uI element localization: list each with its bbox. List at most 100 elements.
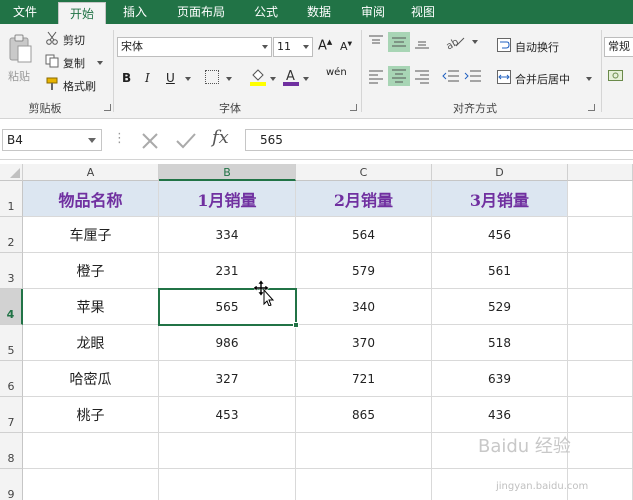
cell-A9[interactable] xyxy=(23,469,159,500)
wrap-text-button[interactable]: 自动换行 xyxy=(515,39,559,55)
tab-data[interactable]: 数据 xyxy=(296,0,342,24)
align-bottom-icon[interactable] xyxy=(414,34,430,50)
cell-B8[interactable] xyxy=(159,433,296,469)
insert-function-button[interactable]: fx xyxy=(212,127,229,148)
fill-color-icon[interactable] xyxy=(250,68,266,89)
cell-C1[interactable]: 2月销量 xyxy=(296,181,432,217)
font-size-select[interactable]: 11 xyxy=(273,37,313,57)
cell-E6[interactable] xyxy=(568,361,633,397)
cell-B6[interactable]: 327 xyxy=(159,361,296,397)
column-header[interactable]: B xyxy=(159,164,296,181)
tab-page-layout[interactable]: 页面布局 xyxy=(166,0,236,24)
row-header[interactable]: 6 xyxy=(0,361,23,397)
row-header[interactable]: 4 xyxy=(0,289,23,325)
decrease-font-icon[interactable]: A▼ xyxy=(340,40,352,53)
align-middle-icon[interactable] xyxy=(388,32,410,52)
cell-A8[interactable] xyxy=(23,433,159,469)
select-all-corner[interactable] xyxy=(0,164,23,181)
orientation-dropdown-icon[interactable] xyxy=(472,40,478,44)
column-header[interactable]: E xyxy=(568,164,633,181)
cell-E5[interactable] xyxy=(568,325,633,361)
format-painter-button[interactable]: 格式刷 xyxy=(63,78,96,94)
cell-C2[interactable]: 564 xyxy=(296,217,432,253)
column-header[interactable]: D xyxy=(432,164,568,181)
row-header[interactable]: 9 xyxy=(0,469,23,500)
tab-file[interactable]: 文件 xyxy=(0,0,50,24)
name-box[interactable]: B4 xyxy=(2,129,102,151)
cell-B5[interactable]: 986 xyxy=(159,325,296,361)
align-top-icon[interactable] xyxy=(368,34,384,50)
cell-C4[interactable]: 340 xyxy=(296,289,432,325)
underline-dropdown-icon[interactable] xyxy=(185,77,191,81)
cell-D2[interactable]: 456 xyxy=(432,217,568,253)
row-header[interactable]: 5 xyxy=(0,325,23,361)
row-header[interactable]: 2 xyxy=(0,217,23,253)
alignment-launcher-icon[interactable] xyxy=(588,104,595,111)
italic-button[interactable]: I xyxy=(145,71,150,85)
increase-font-icon[interactable]: A▲ xyxy=(318,38,332,53)
copy-button[interactable]: 复制 xyxy=(63,55,85,71)
font-launcher-icon[interactable] xyxy=(350,104,357,111)
cell-A5[interactable]: 龙眼 xyxy=(23,325,159,361)
cell-D4[interactable]: 529 xyxy=(432,289,568,325)
font-family-select[interactable]: 宋体 xyxy=(117,37,272,57)
tab-insert[interactable]: 插入 xyxy=(112,0,158,24)
cell-A3[interactable]: 橙子 xyxy=(23,253,159,289)
enter-icon[interactable] xyxy=(175,132,197,153)
cell-C9[interactable] xyxy=(296,469,432,500)
merge-center-button[interactable]: 合并后居中 xyxy=(515,71,570,87)
cell-A4[interactable]: 苹果 xyxy=(23,289,159,325)
font-color-dropdown-icon[interactable] xyxy=(303,77,309,81)
cell-D5[interactable]: 518 xyxy=(432,325,568,361)
cell-C7[interactable]: 865 xyxy=(296,397,432,433)
cell-A2[interactable]: 车厘子 xyxy=(23,217,159,253)
align-center-icon[interactable] xyxy=(388,66,410,86)
cell-E4[interactable] xyxy=(568,289,633,325)
row-header[interactable]: 3 xyxy=(0,253,23,289)
cell-E3[interactable] xyxy=(568,253,633,289)
tab-formulas[interactable]: 公式 xyxy=(244,0,288,24)
formula-input[interactable]: 565 xyxy=(245,129,633,151)
increase-indent-icon[interactable] xyxy=(464,68,482,84)
row-header[interactable]: 8 xyxy=(0,433,23,469)
cancel-icon[interactable] xyxy=(140,132,160,153)
cell-D6[interactable]: 639 xyxy=(432,361,568,397)
copy-dropdown-icon[interactable] xyxy=(97,61,103,65)
cell-E7[interactable] xyxy=(568,397,633,433)
cell-A7[interactable]: 桃子 xyxy=(23,397,159,433)
font-color-icon[interactable]: A xyxy=(283,68,299,89)
phonetic-button[interactable]: wén xyxy=(326,67,347,78)
cut-button[interactable]: 剪切 xyxy=(63,32,85,48)
cell-E1[interactable] xyxy=(568,181,633,217)
tab-view[interactable]: 视图 xyxy=(400,0,446,24)
tab-review[interactable]: 审阅 xyxy=(350,0,396,24)
fill-dropdown-icon[interactable] xyxy=(270,77,276,81)
clipboard-launcher-icon[interactable] xyxy=(104,104,111,111)
bold-button[interactable]: B xyxy=(122,71,131,85)
cell-A6[interactable]: 哈密瓜 xyxy=(23,361,159,397)
cell-B2[interactable]: 334 xyxy=(159,217,296,253)
row-header[interactable]: 1 xyxy=(0,181,23,217)
cell-E2[interactable] xyxy=(568,217,633,253)
cell-A1[interactable]: 物品名称 xyxy=(23,181,159,217)
cell-D3[interactable]: 561 xyxy=(432,253,568,289)
border-icon[interactable] xyxy=(205,70,219,84)
fill-handle[interactable] xyxy=(293,322,299,328)
column-header[interactable]: A xyxy=(23,164,159,181)
cell-D7[interactable]: 436 xyxy=(432,397,568,433)
cell-B9[interactable] xyxy=(159,469,296,500)
tab-home[interactable]: 开始 xyxy=(58,2,106,24)
row-header[interactable]: 7 xyxy=(0,397,23,433)
cell-C6[interactable]: 721 xyxy=(296,361,432,397)
cell-E8[interactable] xyxy=(568,433,633,469)
number-format-select[interactable]: 常规 xyxy=(604,37,633,57)
currency-icon[interactable] xyxy=(608,68,624,82)
cell-D1[interactable]: 3月销量 xyxy=(432,181,568,217)
orientation-icon[interactable]: ab xyxy=(444,34,466,52)
cell-B7[interactable]: 453 xyxy=(159,397,296,433)
cell-B1[interactable]: 1月销量 xyxy=(159,181,296,217)
decrease-indent-icon[interactable] xyxy=(442,68,460,84)
cell-C8[interactable] xyxy=(296,433,432,469)
cell-C5[interactable]: 370 xyxy=(296,325,432,361)
cell-C3[interactable]: 579 xyxy=(296,253,432,289)
